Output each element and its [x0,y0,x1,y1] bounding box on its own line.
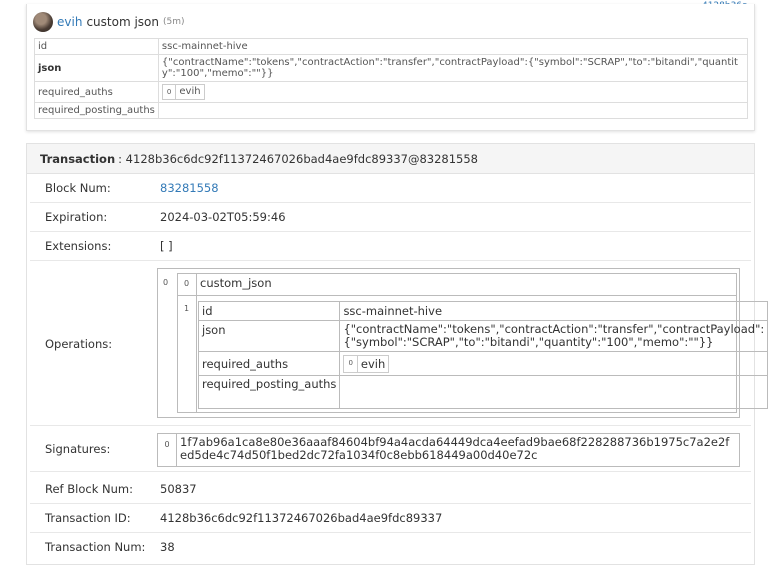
row-expiration: Expiration: 2024-03-02T05:59:46 [30,203,751,232]
avatar[interactable] [33,12,53,32]
transaction-title-label: Transaction [40,151,116,166]
row-transaction-id: Transaction ID: 4128b36c6dc92f1137246702… [30,504,751,533]
ref-block-num-value: 50837 [160,482,197,496]
table-row: id ssc-mainnet-hive [34,38,749,55]
param-key: required_posting_auths [34,102,159,119]
row-transaction-num: Transaction Num: 38 [30,533,751,561]
table-row: json {"contractName":"tokens","contractA… [197,320,768,352]
auth-index: 0 [163,85,177,99]
signatures-label: Signatures: [45,442,111,456]
param-value: 0 evih [339,351,768,376]
table-row: id ssc-mainnet-hive [197,301,768,321]
param-value: ssc-mainnet-hive [339,301,768,321]
transaction-panel: Transaction : 4128b36c6dc92f11372467026b… [26,143,768,565]
extensions-value: [ ] [160,239,173,253]
transaction-num-label: Transaction Num: [45,540,146,554]
transaction-id-value: 4128b36c6dc92f11372467026bad4ae9fdc89337 [160,511,443,525]
auth-tag: 0 evih [161,84,205,100]
param-key: json [197,320,341,352]
expiration-label: Expiration: [45,210,108,224]
table-row: required_posting_auths [197,375,768,409]
signature-item: 0 1f7ab96a1ca8e80e36aaaf84604bf94a4acda6… [157,433,740,467]
param-value [157,102,749,119]
expiration-value: 2024-03-02T05:59:46 [160,210,286,224]
table-row: required_auths 0 evih [34,81,749,103]
signature-index: 0 [158,434,177,466]
op-params-index: 1 [184,304,190,313]
operations-label: Operations: [45,337,113,351]
auth-index: 0 [344,356,358,372]
param-value: 0 evih [157,81,749,103]
auth-user: evih [179,86,201,97]
ref-block-num-label: Ref Block Num: [45,482,133,496]
param-key: id [34,38,159,55]
op-type-index: 0 [184,279,190,288]
operation-age: (5m) [162,17,185,27]
operation-type: custom json [86,15,159,29]
param-key: required_auths [34,81,159,103]
table-row: json {"contractName":"tokens","contractA… [34,54,749,82]
param-key: required_auths [197,351,341,376]
transaction-num-value: 38 [160,540,175,554]
auth-tag: 0 evih [343,355,390,373]
operation-params-table: id ssc-mainnet-hive json {"contractName"… [34,38,749,119]
op-type-name: custom_json [200,276,272,290]
param-value: {"contractName":"tokens","contractAction… [339,320,768,352]
block-num-label: Block Num: [45,181,111,195]
param-key: json [34,54,159,82]
row-ref-block-num: Ref Block Num: 50837 [30,475,751,504]
operation-item: 0 custom_json 1 id ssc-mainnet-hive json… [177,273,768,413]
param-key: required_posting_auths [197,375,341,409]
block-num-link[interactable]: 83281558 [160,181,219,195]
param-value [339,375,768,409]
auth-user: evih [360,357,386,371]
transaction-title-value: : 4128b36c6dc92f11372467026bad4ae9fdc893… [118,151,479,166]
row-extensions: Extensions: [ ] [30,232,751,261]
transaction-id-label: Transaction ID: [45,511,131,525]
table-row: required_auths 0 evih [197,351,768,376]
param-key: id [197,301,341,321]
extensions-label: Extensions: [45,239,112,253]
table-row: required_posting_auths [34,102,749,119]
row-block-num: Block Num: 83281558 [30,174,751,203]
operation-card: evih custom json (5m) id ssc-mainnet-hiv… [26,4,755,131]
operation-header: evih custom json (5m) [33,11,185,33]
operation-user-link[interactable]: evih [57,15,82,29]
op-params-table: id ssc-mainnet-hive json {"contractName"… [197,301,768,409]
operation-index: 0 [163,278,169,287]
param-value: ssc-mainnet-hive [157,38,749,55]
operations-list: 0 0 custom_json 1 id ssc-mainnet-hive js… [157,268,768,418]
transaction-title: Transaction : 4128b36c6dc92f11372467026b… [27,144,754,174]
signature-value: 1f7ab96a1ca8e80e36aaaf84604bf94a4acda644… [180,435,730,462]
param-value: {"contractName":"tokens","contractAction… [157,54,749,82]
